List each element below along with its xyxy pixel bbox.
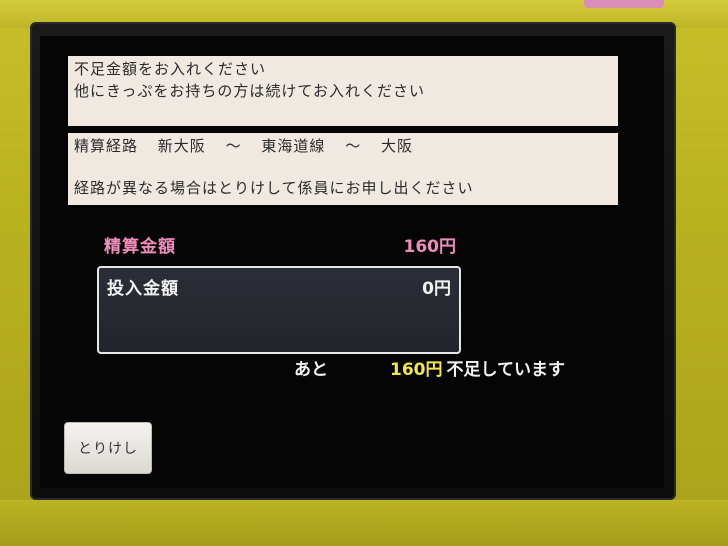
remaining-amount-line: あと 160円 不足しています: [294, 355, 566, 380]
inserted-amount-panel: 投入金額 0円: [97, 266, 461, 354]
route-label: 精算経路: [74, 137, 139, 155]
machine-bottom-ledge: [0, 500, 728, 546]
pink-accent-tab: [584, 0, 664, 8]
route-separator-2: ～: [345, 137, 362, 155]
fare-label: 精算金額: [104, 237, 176, 257]
fare-value: 160円: [403, 237, 457, 257]
route-separator-1: ～: [225, 137, 242, 155]
remaining-amount: 160円: [390, 360, 443, 380]
inserted-label: 投入金額: [107, 279, 179, 299]
inserted-value: 0円: [422, 279, 451, 299]
route-origin: 新大阪: [157, 137, 206, 155]
route-notice: 経路が異なる場合はとりけして係員にお申し出ください: [74, 179, 474, 197]
cancel-button[interactable]: とりけし: [64, 422, 152, 474]
route-box: 精算経路 新大阪 ～ 東海道線 ～ 大阪 経路が異なる場合はとりけして係員にお申…: [68, 133, 618, 205]
route-line: 精算経路 新大阪 ～ 東海道線 ～ 大阪: [74, 135, 612, 157]
remaining-suffix: 不足しています: [446, 360, 566, 380]
instruction-box: 不足金額をお入れください 他にきっぷをお持ちの方は続けてお入れください: [68, 56, 618, 126]
instruction-line-1: 不足金額をお入れください: [74, 60, 267, 78]
route-line-name: 東海道線: [261, 137, 326, 155]
instruction-line-2: 他にきっぷをお持ちの方は続けてお入れください: [74, 82, 425, 100]
route-destination: 大阪: [380, 137, 413, 155]
remaining-prefix: あと: [294, 360, 328, 380]
